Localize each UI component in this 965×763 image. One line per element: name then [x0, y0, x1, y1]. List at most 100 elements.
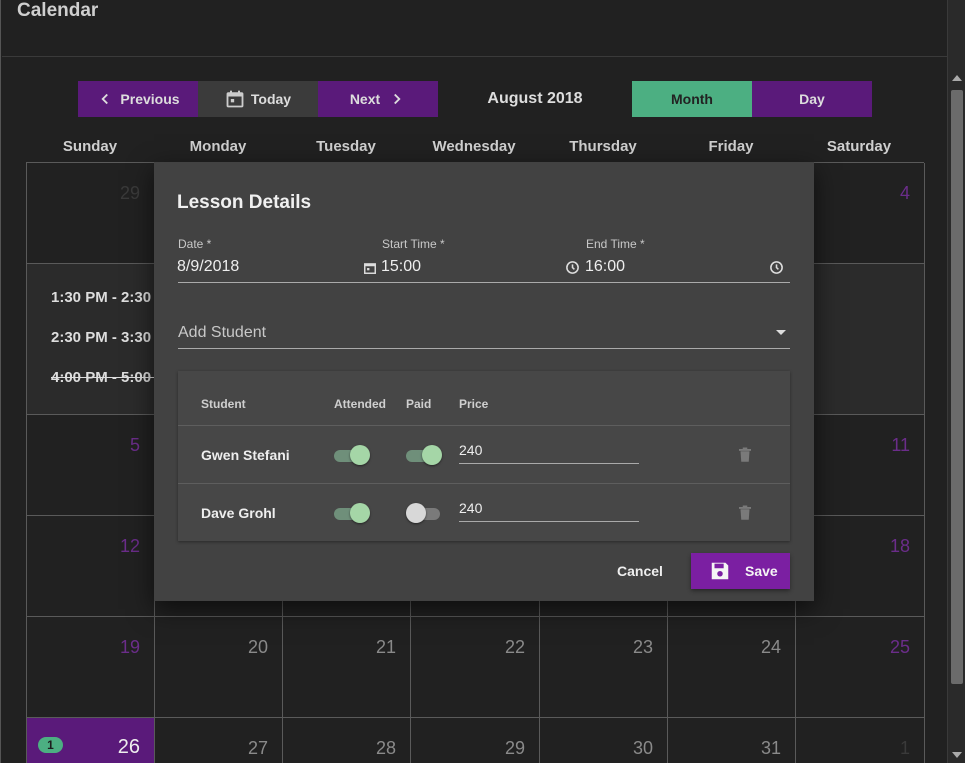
column-header-price: Price — [459, 397, 489, 411]
day-cell[interactable]: 20 — [155, 617, 283, 718]
day-cell[interactable]: 30 — [540, 718, 668, 763]
nav-button-group: Previous Today Next — [78, 81, 438, 117]
chevron-right-icon — [394, 93, 401, 105]
weekday-header: Tuesday — [316, 138, 376, 155]
day-number: 31 — [760, 738, 781, 758]
student-name: Gwen Stefani — [201, 447, 290, 463]
floppy-disk-icon — [711, 562, 729, 580]
date-field[interactable]: 8/9/2018 — [177, 258, 239, 276]
paid-toggle[interactable] — [406, 444, 442, 466]
day-cell[interactable]: 5 — [27, 415, 155, 516]
day-number: 24 — [760, 637, 781, 657]
column-header-paid: Paid — [406, 397, 432, 411]
event-count-badge: 1 — [38, 737, 63, 753]
day-number: 29 — [119, 183, 140, 203]
day-number: 21 — [375, 637, 396, 657]
delete-icon[interactable] — [736, 502, 754, 524]
day-cell[interactable]: 11 — [796, 415, 925, 516]
event-time: 2:30 PM - 3:30 PM — [51, 329, 155, 346]
today-button[interactable]: Today — [198, 81, 318, 117]
day-number: 1 — [899, 738, 910, 758]
day-cell[interactable]: 29 — [27, 163, 155, 264]
student-name: Dave Grohl — [201, 505, 276, 521]
attended-toggle[interactable] — [334, 502, 370, 524]
day-number: 4 — [899, 183, 910, 203]
scroll-up-icon[interactable] — [952, 75, 962, 81]
day-number: 11 — [891, 435, 910, 455]
end-time-label: End Time * — [586, 237, 645, 251]
day-cell[interactable]: 21 — [283, 617, 411, 718]
event-time: 1:30 PM - 2:30 PM — [51, 289, 155, 306]
event-item[interactable]: 1:30 PM - 2:30 PM — [45, 289, 155, 306]
day-number: 25 — [889, 637, 910, 657]
column-header-attended: Attended — [334, 397, 386, 411]
calendar-app: Calendar Previous Today Next August 2018… — [0, 0, 965, 763]
weekday-header: Wednesday — [432, 138, 516, 155]
day-number: 30 — [632, 738, 653, 758]
day-cell[interactable]: 18 — [796, 516, 925, 617]
view-toggle-group: Month Day — [632, 81, 872, 117]
day-cell[interactable]: 24 — [668, 617, 796, 718]
clock-icon[interactable] — [769, 260, 784, 275]
start-time-label: Start Time * — [382, 237, 445, 251]
day-cell[interactable]: 31 — [668, 718, 796, 763]
delete-icon[interactable] — [736, 444, 754, 466]
day-cell[interactable]: 1:30 PM - 2:30 PM 2:30 PM - 3:30 PM 4:00… — [27, 264, 155, 415]
attended-toggle[interactable] — [334, 444, 370, 466]
header-divider — [2, 56, 947, 57]
day-number: 23 — [632, 637, 653, 657]
next-button[interactable]: Next — [318, 81, 438, 117]
calendar-icon — [226, 90, 244, 108]
price-input[interactable]: 240 — [459, 442, 639, 464]
column-header-student: Student — [201, 397, 246, 411]
date-label: Date * — [178, 237, 212, 251]
add-student-underline — [178, 348, 790, 349]
day-cell[interactable]: 12 — [27, 516, 155, 617]
next-label: Next — [349, 91, 381, 107]
day-cell[interactable]: 27 — [155, 718, 283, 763]
event-item[interactable]: 4:00 PM - 5:00 PM — [45, 369, 155, 386]
scroll-down-icon[interactable] — [952, 752, 962, 758]
day-cell[interactable]: 28 — [283, 718, 411, 763]
day-number: 20 — [247, 637, 268, 657]
weekday-header: Saturday — [826, 138, 892, 155]
page-title: Calendar — [17, 0, 99, 21]
month-view-button[interactable]: Month — [632, 81, 752, 117]
scrollbar-thumb[interactable] — [951, 90, 963, 684]
day-cell[interactable]: 29 — [411, 718, 540, 763]
day-view-button[interactable]: Day — [752, 81, 872, 117]
weekday-header: Thursday — [569, 138, 637, 155]
cancel-button[interactable]: Cancel — [605, 553, 675, 589]
day-number: 12 — [119, 536, 140, 556]
price-input[interactable]: 240 — [459, 500, 639, 522]
table-row: Gwen Stefani 240 — [178, 425, 790, 483]
paid-toggle[interactable] — [406, 502, 442, 524]
day-cell[interactable]: 4 — [796, 163, 925, 264]
vertical-scrollbar[interactable] — [947, 0, 965, 763]
day-cell[interactable]: 25 — [796, 617, 925, 718]
day-cell[interactable]: 22 — [411, 617, 540, 718]
day-number: 5 — [129, 435, 140, 455]
save-button[interactable]: Save — [691, 553, 790, 589]
day-cell[interactable] — [796, 264, 925, 415]
students-table: Student Attended Paid Price Gwen Stefani… — [178, 371, 790, 541]
day-number: 18 — [889, 536, 910, 556]
day-cell[interactable]: 1 — [796, 718, 925, 763]
add-student-select[interactable]: Add Student — [178, 324, 266, 342]
dropdown-caret-icon[interactable] — [776, 330, 786, 335]
previous-button[interactable]: Previous — [78, 81, 198, 117]
current-month-label: August 2018 — [487, 90, 583, 107]
event-item[interactable]: 2:30 PM - 3:30 PM — [45, 329, 155, 346]
dialog-title: Lesson Details — [177, 192, 312, 213]
day-cell[interactable]: 23 — [540, 617, 668, 718]
previous-label: Previous — [120, 91, 180, 107]
day-cell[interactable]: 19 — [27, 617, 155, 718]
weekday-header: Monday — [189, 138, 247, 155]
today-cell[interactable]: 1 26 — [27, 718, 155, 763]
end-time-field[interactable]: 16:00 — [585, 258, 625, 276]
day-number: 27 — [247, 738, 268, 758]
today-label: Today — [250, 91, 292, 107]
clock-icon[interactable] — [565, 260, 580, 275]
calendar-icon[interactable] — [363, 261, 377, 275]
start-time-field[interactable]: 15:00 — [381, 258, 421, 276]
